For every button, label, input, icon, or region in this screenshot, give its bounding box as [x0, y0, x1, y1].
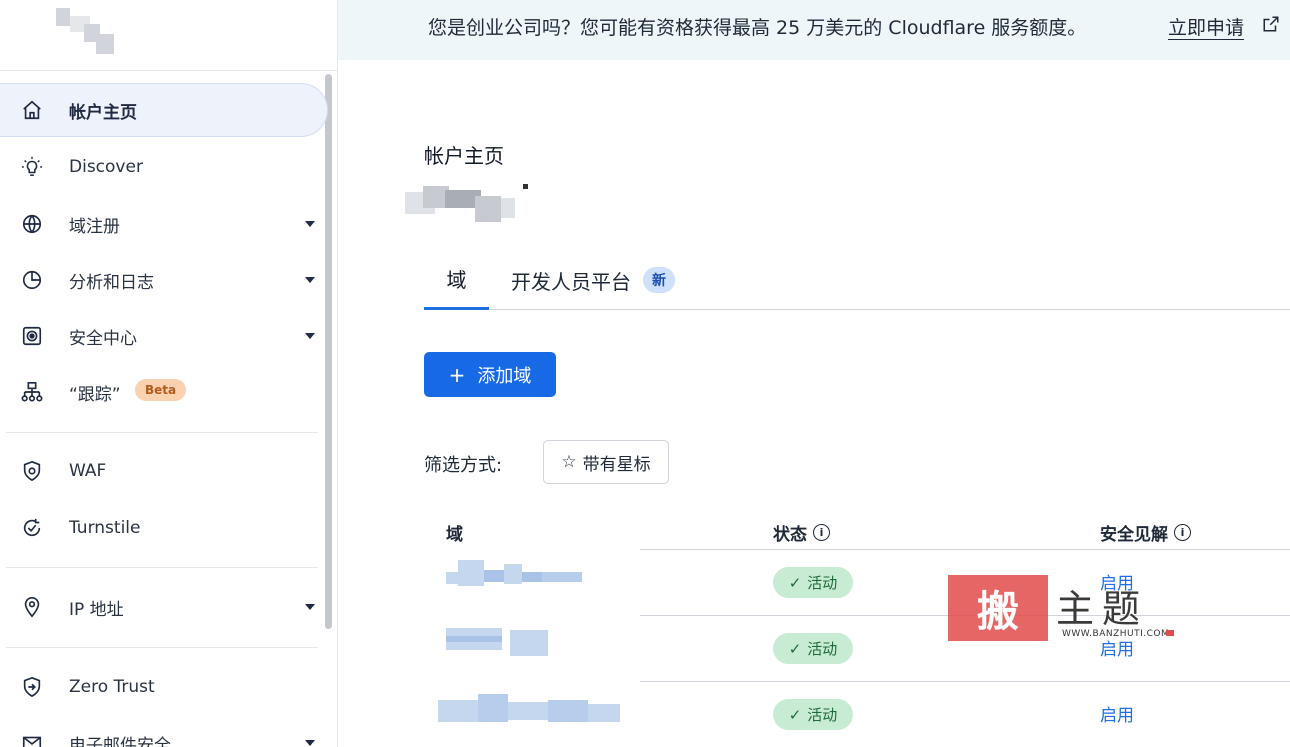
- chevron-down-icon: [305, 604, 315, 610]
- sidebar: 帐户主页 Discover 域注册 分析和日志 安全中心 “跟踪” Beta W…: [0, 0, 338, 747]
- promo-banner: 您是创业公司吗？您可能有资格获得最高 25 万美元的 Cloudflare 服务…: [338, 0, 1290, 60]
- sidebar-item-label: IP 地址: [69, 599, 124, 620]
- sidebar-item-email-security[interactable]: 电子邮件安全: [0, 716, 328, 747]
- starred-filter-label: 带有星标: [582, 454, 651, 475]
- watermark-url: WWW.BANZHUTI.COM: [1062, 629, 1170, 639]
- external-link-icon[interactable]: [1262, 15, 1280, 33]
- sidebar-item-turnstile[interactable]: Turnstile: [0, 501, 328, 555]
- sitemap-icon: [19, 379, 45, 405]
- column-header-security-insights: 安全见解 i: [1100, 520, 1191, 545]
- plus-icon: +: [448, 362, 466, 387]
- status-badge: ✓ 活动: [773, 633, 853, 664]
- globe-icon: [19, 211, 45, 237]
- tab-label: 开发人员平台: [511, 269, 631, 294]
- banner-text: 您是创业公司吗？您可能有资格获得最高 25 万美元的 Cloudflare 服务…: [428, 17, 1087, 39]
- account-logo-blurred: [56, 6, 116, 56]
- apply-now-link[interactable]: 立即申请: [1168, 13, 1244, 40]
- sidebar-item-ip-addresses[interactable]: IP 地址: [0, 580, 328, 634]
- tab-domains[interactable]: 域: [424, 250, 489, 310]
- domain-name-blurred[interactable]: [446, 628, 556, 658]
- sidebar-item-label: Zero Trust: [69, 677, 155, 697]
- tab-developer-platform[interactable]: 开发人员平台 新: [511, 250, 675, 310]
- table-divider: [640, 549, 1290, 550]
- watermark-dot: [1166, 630, 1174, 636]
- sidebar-divider: [6, 432, 318, 433]
- sidebar-item-label: 域注册: [69, 216, 120, 237]
- check-icon: ✓: [788, 573, 802, 592]
- new-badge: 新: [643, 267, 675, 293]
- info-icon[interactable]: i: [1174, 524, 1191, 541]
- home-icon: [19, 97, 45, 123]
- sidebar-item-discover[interactable]: Discover: [0, 140, 328, 194]
- page-title: 帐户主页: [424, 144, 504, 168]
- sidebar-divider: [6, 647, 318, 648]
- pie-chart-icon: [19, 267, 45, 293]
- add-domain-button[interactable]: + 添加域: [424, 352, 556, 397]
- sidebar-item-label: WAF: [69, 461, 107, 481]
- sidebar-item-account-home[interactable]: 帐户主页: [0, 83, 328, 137]
- sidebar-item-analytics-logs[interactable]: 分析和日志: [0, 253, 328, 307]
- column-header-status: 状态 i: [773, 520, 830, 545]
- filter-label: 筛选方式:: [424, 455, 503, 476]
- sidebar-top-divider: [0, 70, 338, 71]
- account-name-blurred: [405, 182, 530, 227]
- table-divider: [640, 681, 1290, 682]
- domain-name-blurred[interactable]: [438, 694, 628, 724]
- tab-label: 域: [446, 268, 467, 292]
- sidebar-item-label: “跟踪”: [69, 384, 121, 405]
- sidebar-item-domain-registration[interactable]: 域注册: [0, 197, 328, 251]
- sidebar-item-security-center[interactable]: 安全中心: [0, 309, 328, 363]
- chevron-down-icon: [305, 221, 315, 227]
- sidebar-item-label: Turnstile: [69, 518, 141, 538]
- chevron-down-icon: [305, 333, 315, 339]
- sidebar-item-waf[interactable]: WAF: [0, 444, 328, 498]
- check-icon: ✓: [788, 639, 802, 658]
- status-badge: ✓ 活动: [773, 567, 853, 598]
- watermark-text: 主题: [1056, 587, 1149, 631]
- sidebar-item-trace[interactable]: “跟踪” Beta: [0, 365, 328, 419]
- starred-filter-button[interactable]: ☆ 带有星标: [543, 440, 669, 484]
- sidebar-item-zero-trust[interactable]: Zero Trust: [0, 660, 328, 714]
- add-domain-label: 添加域: [477, 365, 532, 387]
- shield-icon: [19, 458, 45, 484]
- lightbulb-icon: [19, 154, 45, 180]
- chevron-down-icon: [305, 277, 315, 283]
- sidebar-item-label: 电子邮件安全: [69, 735, 171, 747]
- sidebar-item-label: Discover: [69, 157, 143, 177]
- sidebar-divider: [6, 567, 318, 568]
- location-pin-icon: [19, 594, 45, 620]
- security-center-icon: [19, 323, 45, 349]
- sidebar-item-label: 安全中心: [69, 328, 137, 349]
- zero-trust-icon: [19, 674, 45, 700]
- chevron-down-icon: [305, 740, 315, 746]
- check-icon: ✓: [788, 705, 802, 724]
- watermark-seal: 搬: [948, 575, 1048, 641]
- mail-icon: [19, 730, 45, 747]
- domain-name-blurred[interactable]: [446, 560, 586, 590]
- tab-bar: 域 开发人员平台 新: [424, 250, 1290, 310]
- sidebar-item-label: 帐户主页: [69, 102, 137, 123]
- beta-badge: Beta: [135, 379, 187, 401]
- column-header-domain: 域: [446, 525, 463, 545]
- turnstile-icon: [19, 515, 45, 541]
- enable-insights-link[interactable]: 启用: [1100, 701, 1134, 726]
- star-icon: ☆: [561, 452, 577, 472]
- status-badge: ✓ 活动: [773, 699, 853, 730]
- info-icon[interactable]: i: [813, 524, 830, 541]
- sidebar-item-label: 分析和日志: [69, 272, 154, 293]
